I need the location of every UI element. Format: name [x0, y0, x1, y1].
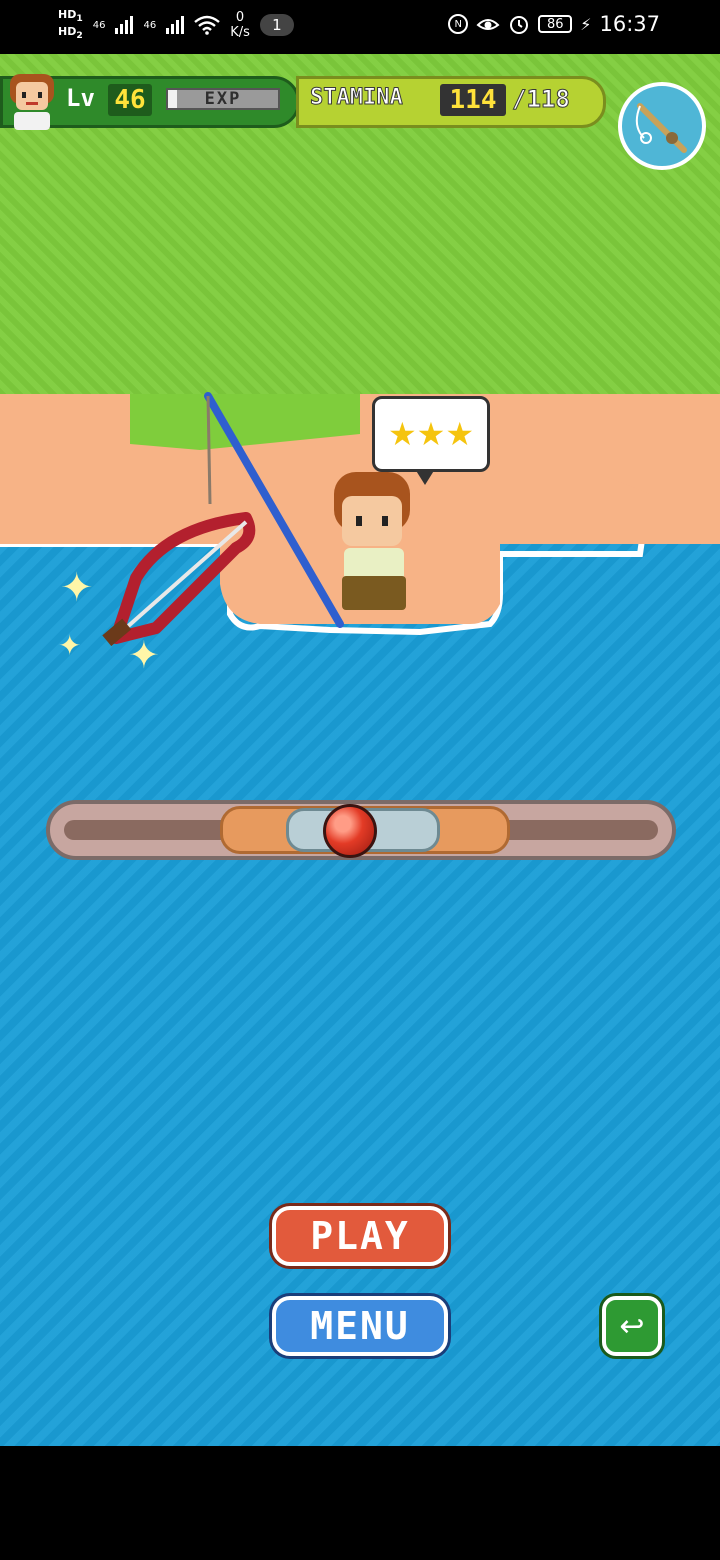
- nfc-icon: N: [448, 14, 469, 34]
- charging-icon: ⚡: [580, 14, 592, 34]
- stamina-label: STAMINA: [310, 85, 404, 111]
- back-button[interactable]: ↩: [602, 1296, 662, 1356]
- menu-button[interactable]: MENU: [272, 1296, 448, 1356]
- status-right: N 86 ⚡ 16:37: [448, 12, 660, 36]
- timing-meter[interactable]: [46, 800, 676, 860]
- exp-label: EXP: [204, 89, 242, 109]
- back-arrow-icon: ↩: [619, 1308, 645, 1344]
- bow-icon: [102, 512, 256, 647]
- exp-bar: EXP: [166, 88, 280, 110]
- battery-indicator: 86: [538, 15, 573, 33]
- network-type-2: 46: [143, 19, 157, 31]
- stamina-max: /118: [512, 85, 571, 114]
- play-button[interactable]: PLAY: [272, 1206, 448, 1266]
- meter-indicator-ball: [322, 804, 377, 858]
- speed-unit: K/s: [230, 25, 250, 41]
- sparkle-icon: ✦: [60, 565, 94, 611]
- hd-indicators: HD1 HD2: [58, 8, 83, 42]
- level-label: Lv: [66, 84, 95, 112]
- hd2-label: HD2: [58, 25, 83, 42]
- hd1-label: HD1: [58, 8, 83, 25]
- eye-comfort-icon: [476, 19, 500, 30]
- rating-bubble: ★★★: [372, 396, 490, 485]
- alarm-icon: [510, 16, 529, 34]
- fishing-rod-icon: [635, 103, 687, 153]
- rating-stars: ★★★: [387, 415, 475, 453]
- wifi-icon: [194, 15, 220, 35]
- game-scene[interactable]: Lv 46 EXP STAMINA 114 /118 ✦ ✦ ✦ ★★★ PLA…: [0, 54, 720, 1446]
- sparkle-icon: ✦: [128, 633, 160, 677]
- signal-1-icon: [115, 16, 134, 35]
- sparkle-icon: ✦: [58, 629, 82, 662]
- notification-count-badge: 1: [259, 14, 294, 37]
- signal-2-icon: [166, 16, 185, 35]
- fishing-rod-button[interactable]: [618, 82, 706, 170]
- clock: 16:37: [599, 12, 660, 36]
- network-type-1: 46: [92, 19, 106, 31]
- status-bar: HD1 HD2 46 46 0 K/s 1 N 86 ⚡ 16:37: [0, 0, 720, 54]
- player-avatar-icon: [10, 74, 54, 130]
- stamina-value: 114: [440, 84, 506, 116]
- speed-value: 0: [235, 10, 245, 26]
- navigation-area: [0, 1446, 720, 1560]
- level-value: 46: [108, 84, 152, 116]
- status-left: HD1 HD2 46 46 0 K/s 1: [58, 8, 294, 42]
- network-speed: 0 K/s: [230, 10, 250, 40]
- fisher-character-icon: [334, 472, 410, 610]
